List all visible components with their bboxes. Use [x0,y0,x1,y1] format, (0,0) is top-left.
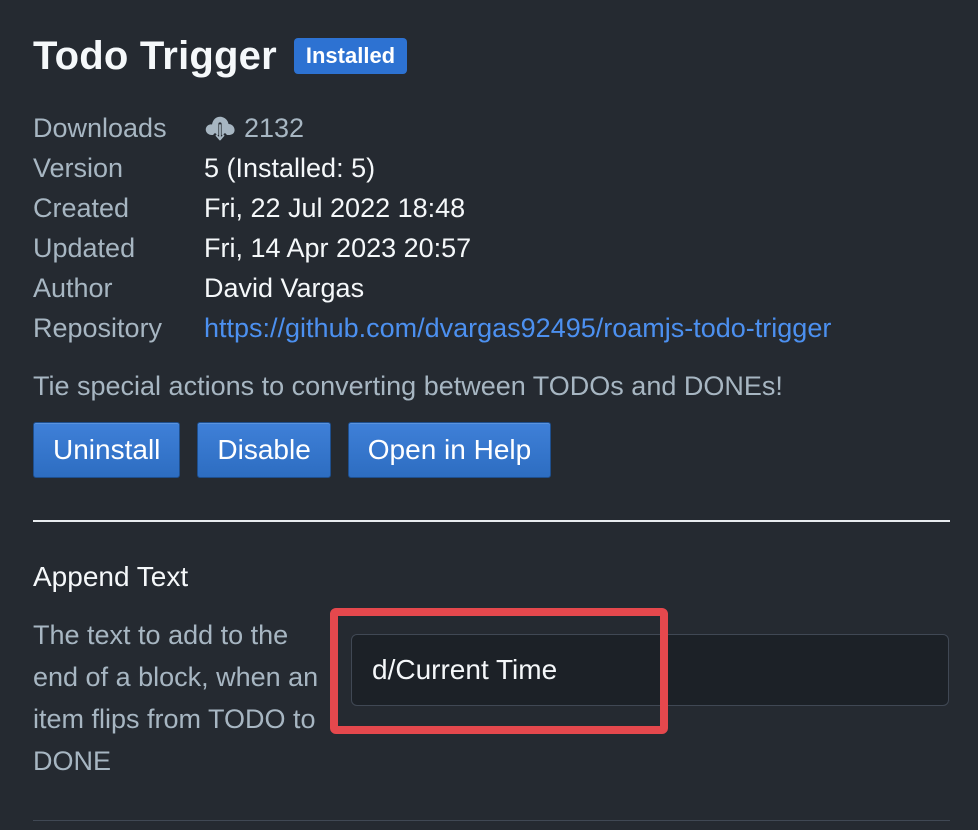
section-divider [33,520,950,522]
repository-label: Repository [33,312,163,343]
extension-details-panel: Todo Trigger Installed Downloads 2132 Ve… [33,28,950,821]
created-row: Created Fri, 22 Jul 2022 18:48 [33,188,950,228]
created-value: Fri, 22 Jul 2022 18:48 [204,192,466,223]
bottom-divider [33,820,950,821]
extension-title: Todo Trigger [33,33,277,78]
author-label: Author [33,272,113,303]
updated-value: Fri, 14 Apr 2023 20:57 [204,232,472,263]
version-row: Version 5 (Installed: 5) [33,148,950,188]
downloads-row: Downloads 2132 [33,108,950,148]
append-text-input[interactable] [351,634,949,706]
extension-description: Tie special actions to converting betwee… [33,371,783,401]
updated-label: Updated [33,232,136,263]
repository-value-wrap: https://github.com/dvargas92495/roamjs-t… [204,313,831,344]
extension-metadata: Downloads 2132 Version 5 (Installed: 5) … [33,108,950,348]
open-in-help-button[interactable]: Open in Help [347,422,552,478]
append-text-title: Append Text [33,561,189,592]
repository-link[interactable]: https://github.com/dvargas92495/roamjs-t… [204,313,831,344]
uninstall-button[interactable]: Uninstall [33,422,181,478]
created-label: Created [33,192,130,223]
disable-button[interactable]: Disable [197,422,331,478]
cloud-download-icon [205,116,235,143]
repository-row: Repository https://github.com/dvargas924… [33,308,950,348]
author-value: David Vargas [204,272,365,303]
downloads-label: Downloads [33,112,167,143]
title-row: Todo Trigger Installed [33,28,950,84]
version-value: 5 (Installed: 5) [204,152,376,183]
downloads-value-wrap: 2132 [204,113,304,144]
installed-badge: Installed [293,38,408,74]
author-row: Author David Vargas [33,268,950,308]
action-buttons: Uninstall Disable Open in Help [33,422,950,478]
append-text-description: The text to add to the end of a block, w… [33,620,319,776]
updated-row: Updated Fri, 14 Apr 2023 20:57 [33,228,950,268]
version-label: Version [33,152,124,183]
downloads-count: 2132 [244,112,305,143]
